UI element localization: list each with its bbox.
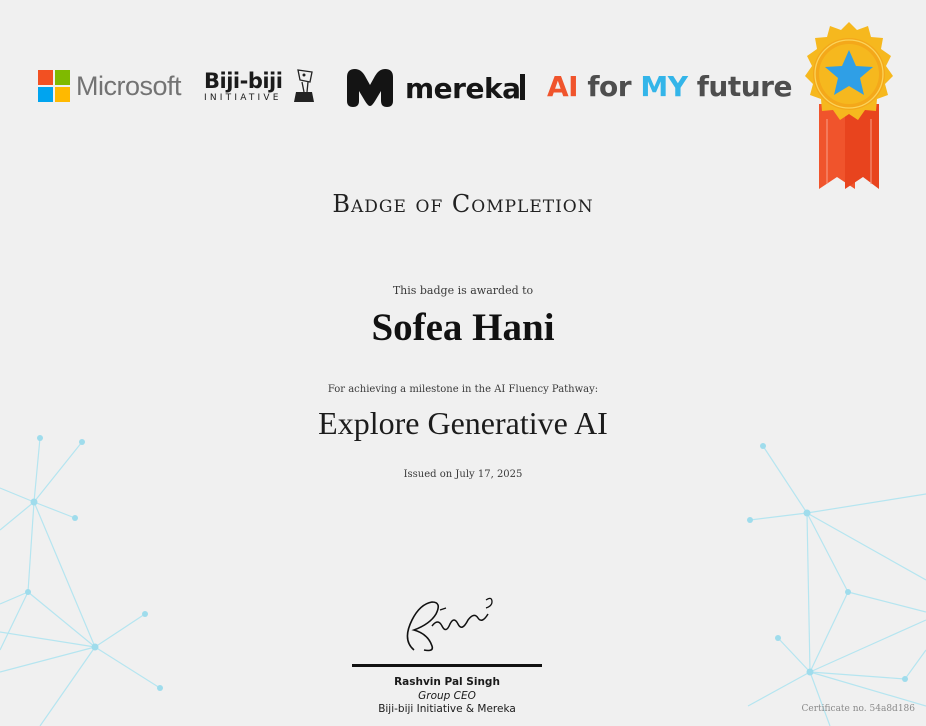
- biji-biji-logo: Biji-biji INITIATIVE: [204, 69, 314, 104]
- award-ribbon-star-icon: [805, 22, 893, 189]
- signature-line: [352, 664, 542, 667]
- awarded-to-label: This badge is awarded to: [392, 284, 534, 297]
- mereka-logo-text: mereka: [405, 71, 521, 105]
- biji-biji-logo-subtitle: INITIATIVE: [204, 93, 282, 103]
- signatory-name: Rashvin Pal Singh: [394, 676, 500, 688]
- microsoft-windows-icon: [38, 70, 70, 102]
- course-name: Explore Generative AI: [318, 405, 608, 441]
- signatory-role: Group CEO: [418, 690, 476, 702]
- certificate-number: Certificate no. 54a8d186: [801, 704, 915, 714]
- microsoft-logo-text: Microsoft: [76, 70, 182, 101]
- ai-logo-part-my: MY: [640, 70, 688, 103]
- certificate-title: Badge of Completion: [332, 190, 594, 218]
- ai-logo-part-for: for: [578, 70, 641, 103]
- signatory-organization: Biji-biji Initiative & Mereka: [378, 703, 516, 715]
- recipient-name: Sofea Hani: [371, 306, 555, 349]
- milestone-label: For achieving a milestone in the AI Flue…: [327, 384, 599, 395]
- certificate-page: Microsoft Biji-biji INITIATIVE mereka AI…: [0, 0, 926, 726]
- issue-date: Issued on July 17, 2025: [403, 469, 523, 480]
- mereka-logo: mereka: [345, 67, 521, 109]
- ai-for-my-future-logo: AI for MY future: [547, 70, 792, 103]
- handwritten-signature: [406, 597, 493, 652]
- ai-logo-part-future: future: [687, 70, 793, 103]
- mereka-m-icon: [347, 69, 393, 107]
- microsoft-logo: Microsoft: [38, 70, 182, 102]
- ai-logo-part-ai: AI: [547, 70, 579, 103]
- logo-divider: [520, 74, 525, 100]
- biji-biji-character-icon: [294, 69, 314, 102]
- biji-biji-logo-name: Biji-biji: [204, 69, 283, 93]
